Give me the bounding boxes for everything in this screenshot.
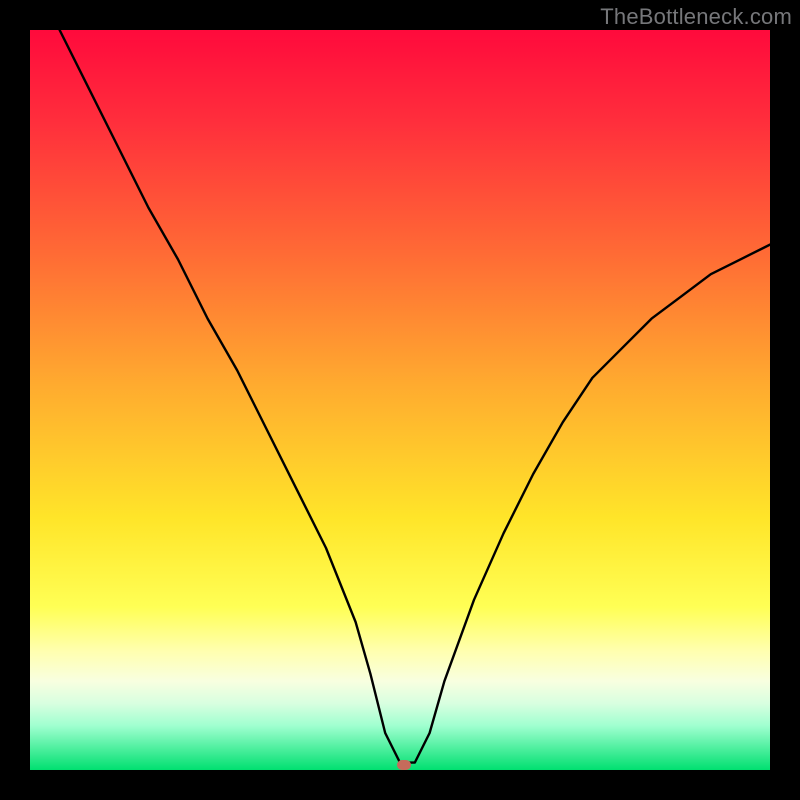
bottleneck-curve [30, 30, 770, 770]
plot-area [30, 30, 770, 770]
optimal-point-marker [397, 760, 411, 770]
chart-frame: TheBottleneck.com [0, 0, 800, 800]
watermark-text: TheBottleneck.com [600, 4, 792, 30]
